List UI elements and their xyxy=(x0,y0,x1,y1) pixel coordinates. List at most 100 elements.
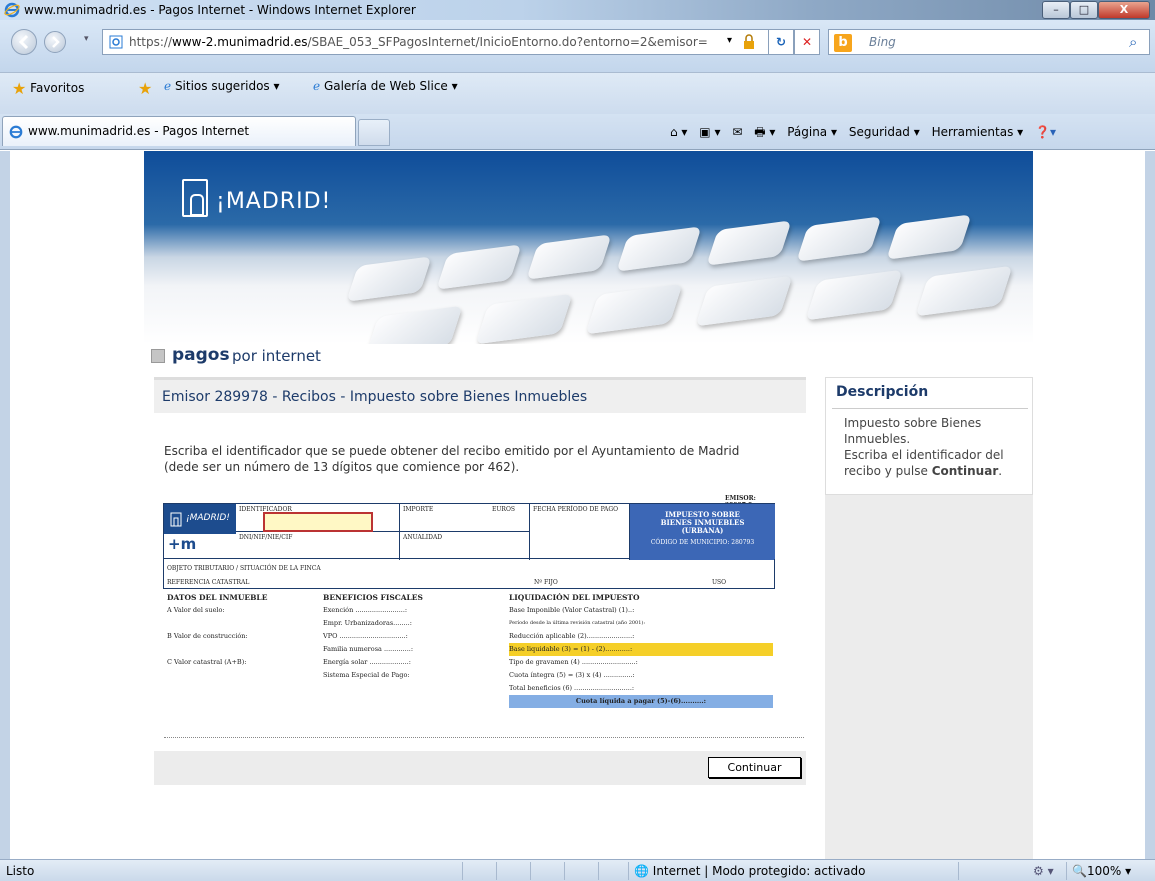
divider xyxy=(832,408,1028,409)
importe-label: IMPORTE xyxy=(403,506,434,513)
liquidacion-column: LIQUIDACIÓN DEL IMPUESTO Base Imponible … xyxy=(509,591,773,708)
keyboard-key-image xyxy=(436,244,522,290)
feeds-button[interactable]: ▣ ▾ xyxy=(699,125,720,139)
keyboard-key-image xyxy=(706,220,792,266)
keyboard-key-image xyxy=(585,283,683,335)
instructions-line2: (dede ser un número de 13 dígitos que co… xyxy=(164,460,520,474)
bing-logo-icon: b xyxy=(834,34,852,52)
status-divider xyxy=(496,862,497,880)
keyboard-key-image xyxy=(526,234,612,280)
command-bar: ⌂ ▾ ▣ ▾ ✉ 🖶 ▾ Página ▾ Seguridad ▾ Herra… xyxy=(670,123,1064,144)
lock-icon[interactable] xyxy=(743,34,755,50)
forward-arrow-icon xyxy=(52,36,60,48)
mail-button[interactable]: ✉ xyxy=(732,125,742,139)
back-button[interactable] xyxy=(11,29,37,55)
objeto-label: OBJETO TRIBUTARIO / SITUACIÓN DE LA FINC… xyxy=(167,565,321,572)
search-box[interactable]: b Bing ⌕ xyxy=(828,29,1150,55)
ref-catastral-label: REFERENCIA CATASTRAL xyxy=(167,579,250,586)
ie-page-icon: ℯ xyxy=(164,79,172,93)
descripcion-line1: Impuesto sobre Bienes Inmuebles. xyxy=(844,416,982,446)
main-header: Emisor 289978 - Recibos - Impuesto sobre… xyxy=(154,377,806,413)
receipt-m-logo: +m xyxy=(168,535,197,553)
keyboard-key-image xyxy=(695,275,793,327)
periodo-row: Período desde la última revisión catastr… xyxy=(509,620,646,626)
stop-button[interactable]: ✕ xyxy=(794,29,820,55)
descripcion-title: Descripción xyxy=(836,384,929,400)
galeria-web-slice-link[interactable]: ℯ Galería de Web Slice ▾ xyxy=(313,79,458,93)
ie-logo-icon xyxy=(4,2,20,18)
close-button[interactable]: X xyxy=(1098,1,1150,19)
search-icon[interactable]: ⌕ xyxy=(1129,33,1137,51)
sitios-sugeridos-link[interactable]: ℯ Sitios sugeridos ▾ xyxy=(164,79,280,93)
tools-status-icon[interactable]: ⚙ ▾ xyxy=(1033,864,1054,878)
home-button[interactable]: ⌂ ▾ xyxy=(670,125,687,139)
descripcion-box: Descripción Impuesto sobre Bienes Inmueb… xyxy=(825,377,1033,495)
favorites-button[interactable]: ★ Favoritos xyxy=(12,79,84,98)
back-arrow-icon xyxy=(18,34,29,50)
pagina-menu[interactable]: Página ▾ xyxy=(787,125,837,139)
maximize-button[interactable]: □ xyxy=(1070,1,1098,19)
uso-label: USO xyxy=(712,579,727,586)
exencion-row: Exención ........................: xyxy=(323,606,408,614)
print-button[interactable]: 🖶 ▾ xyxy=(754,125,775,139)
continuar-button[interactable]: Continuar xyxy=(708,757,801,778)
energia-solar-row: Energía solar ...................: xyxy=(323,658,411,666)
zoom-control[interactable]: 🔍100% ▾ xyxy=(1072,864,1131,878)
identificador-input[interactable] xyxy=(263,512,373,532)
receipt-anualidad-cell: ANUALIDAD xyxy=(400,532,530,560)
keyboard-key-image xyxy=(616,226,702,272)
minimize-button[interactable]: – xyxy=(1042,1,1070,19)
favorites-bar: ★ Favoritos ★ ℯ Sitios sugeridos ▾ ℯ Gal… xyxy=(0,72,1155,114)
status-text: Listo xyxy=(6,864,35,878)
add-to-favorites-icon[interactable]: ★ xyxy=(138,79,152,98)
page-viewport: ¡MADRID! pagos por internet Emisor 28997… xyxy=(0,151,1155,859)
search-placeholder: Bing xyxy=(869,35,896,49)
address-dropdown-icon[interactable]: ▾ xyxy=(727,35,732,46)
base-liquidable-row: Base liquidable (3) = (1) - (2).........… xyxy=(509,643,773,656)
cuota-integra-row: Cuota íntegra (5) = (3) x (4) ..........… xyxy=(509,671,635,679)
main-content: Emisor 289978 - Recibos - Impuesto sobre… xyxy=(154,377,806,857)
status-bar: Listo 🌐 Internet | Modo protegido: activ… xyxy=(0,859,1155,881)
new-tab-button[interactable] xyxy=(358,119,390,146)
zone-status[interactable]: 🌐 Internet | Modo protegido: activado xyxy=(634,864,865,878)
forward-button[interactable] xyxy=(44,31,66,53)
seguridad-menu[interactable]: Seguridad ▾ xyxy=(849,125,920,139)
help-button[interactable]: ❓▾ xyxy=(1035,125,1056,139)
anualidad-label: ANUALIDAD xyxy=(403,534,443,541)
receipt-madrid-logo: ¡MADRID! xyxy=(164,504,236,534)
address-bar[interactable]: https://www-2.munimadrid.es/SBAE_053_SFP… xyxy=(102,29,769,55)
madrid-logo-text: ¡MADRID! xyxy=(216,189,332,214)
recent-pages-dropdown[interactable]: ▾ xyxy=(84,34,89,44)
blank-row xyxy=(167,643,317,656)
receipt-header-box: ¡MADRID! +m IDENTIFICADOR DNI/NIF/NIE/CI… xyxy=(163,503,775,560)
ibi-line3: (URBANA) xyxy=(681,526,724,535)
dni-label: DNI/NIF/NIE/CIF xyxy=(239,534,293,541)
keyboard-key-image xyxy=(365,305,463,344)
madrid-shield-icon xyxy=(170,512,182,527)
descripcion-line2: Escriba el identificador del recibo y pu… xyxy=(844,448,1004,478)
ie-page-icon: ℯ xyxy=(313,79,321,93)
beneficios-fiscales-column: BENEFICIOS FISCALES Exención ...........… xyxy=(323,591,503,682)
datos-inmueble-heading: DATOS DEL INMUEBLE xyxy=(167,593,268,602)
title-bar: www.munimadrid.es - Pagos Internet - Win… xyxy=(0,0,1155,20)
instructions-text: Escriba el identificador que se puede ob… xyxy=(164,443,804,475)
refresh-button[interactable]: ↻ xyxy=(768,29,794,55)
sistema-especial-row: Sistema Especial de Pago: xyxy=(323,671,410,679)
fecha-label: FECHA PERÍODO DE PAGO xyxy=(533,506,619,513)
status-divider xyxy=(462,862,463,880)
total-beneficios-row: Total beneficios (6) ...................… xyxy=(509,684,635,692)
tab-munimadrid[interactable]: www.munimadrid.es - Pagos Internet xyxy=(2,116,356,146)
descripcion-text: Impuesto sobre Bienes Inmuebles. Escriba… xyxy=(844,415,1024,479)
vpo-row: VPO ................................: xyxy=(323,632,408,640)
madrid-shield-icon xyxy=(182,179,208,217)
blank-row xyxy=(167,617,317,630)
empr-urbanizadoras-row: Empr. Urbanizadoras........: xyxy=(323,619,412,627)
status-divider xyxy=(530,862,531,880)
ie-logo-icon xyxy=(9,125,23,139)
receipt-identificador-cell: IDENTIFICADOR xyxy=(236,504,400,532)
valor-catastral-row: C Valor catastral (A+B): xyxy=(167,658,247,666)
datos-inmueble-column: DATOS DEL INMUEBLE A Valor del suelo: B … xyxy=(167,591,317,669)
herramientas-menu[interactable]: Herramientas ▾ xyxy=(932,125,1024,139)
pagos-bold-text: pagos xyxy=(172,345,230,365)
window-title: www.munimadrid.es - Pagos Internet - Win… xyxy=(24,3,416,17)
